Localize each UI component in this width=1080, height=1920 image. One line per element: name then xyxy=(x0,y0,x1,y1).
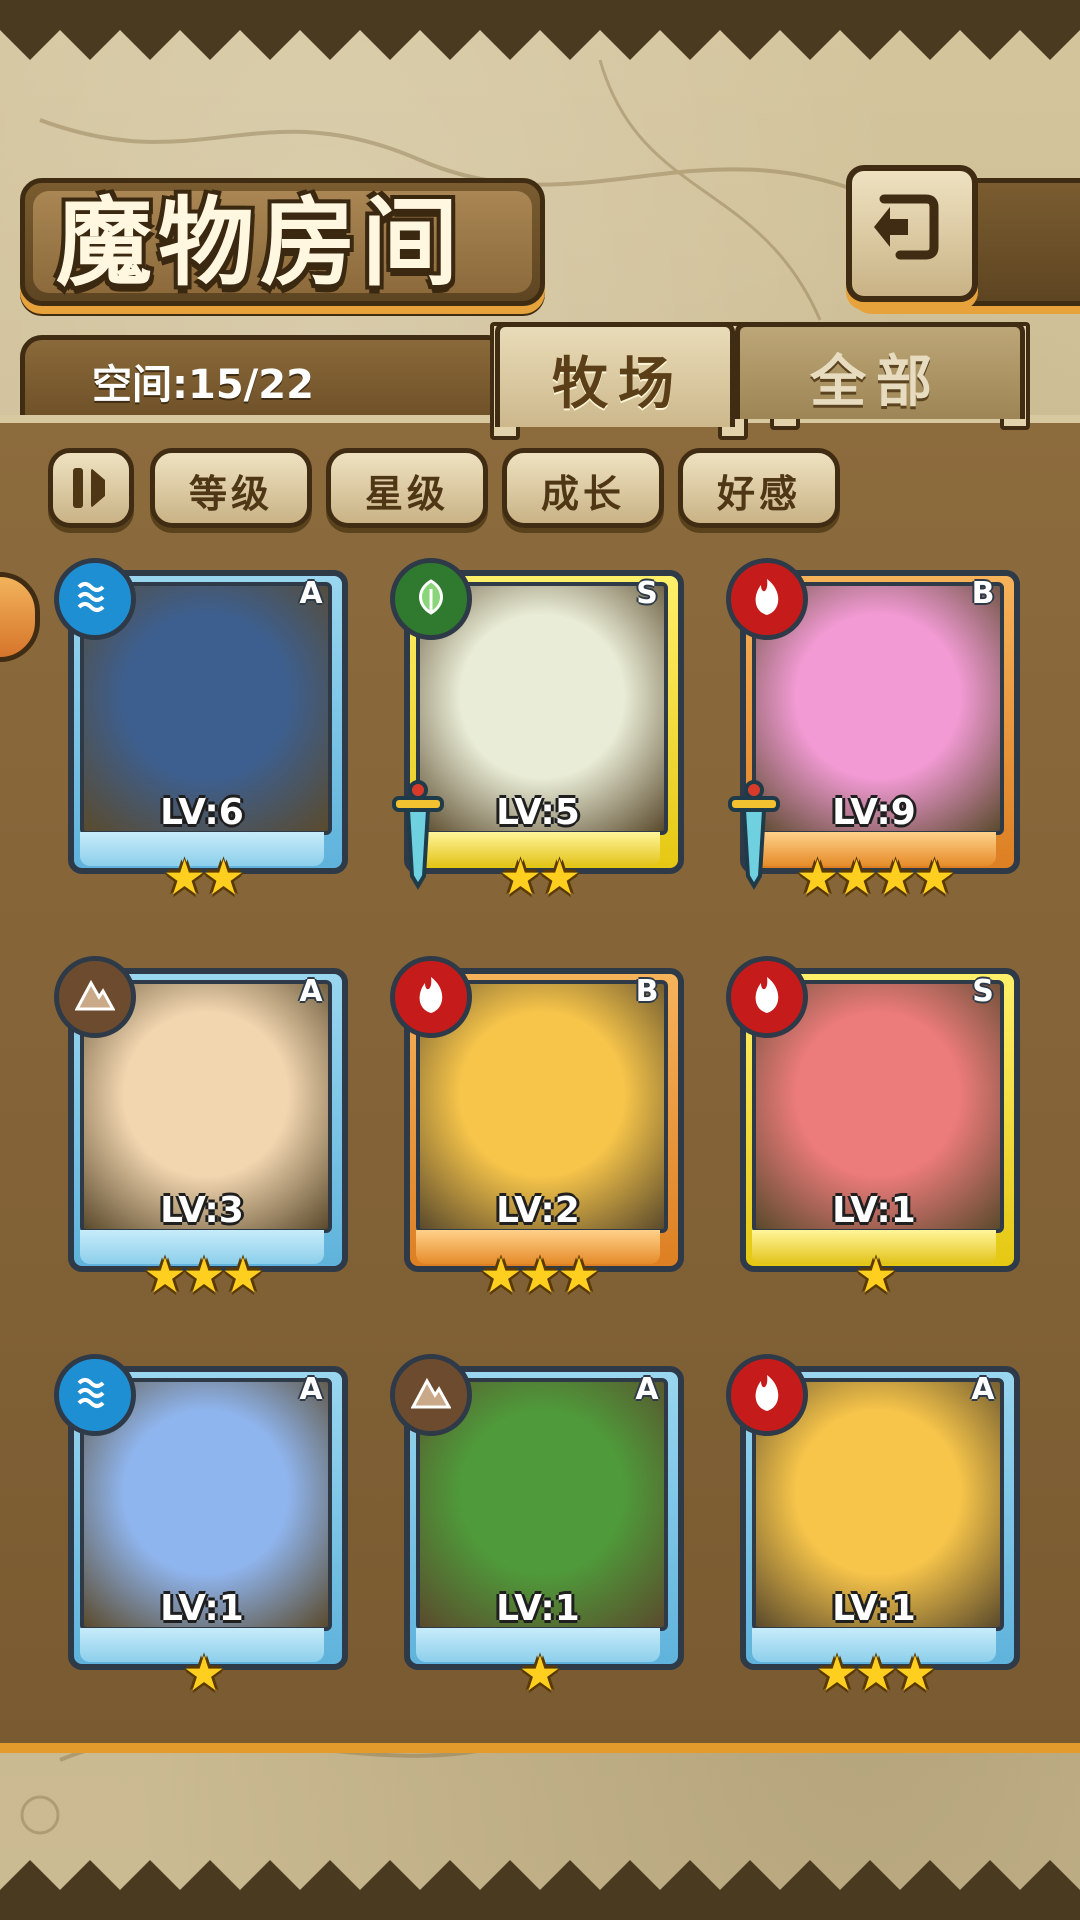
star-rating: ★ xyxy=(182,1646,225,1702)
zigzag-top-border xyxy=(0,0,1080,60)
back-arrow-icon xyxy=(874,194,939,260)
level-label: LV:1 xyxy=(160,1588,244,1629)
zigzag-bottom-border xyxy=(0,1860,1080,1920)
level-label: LV:6 xyxy=(160,792,244,833)
level-label: LV:1 xyxy=(496,1588,580,1629)
rank-badge: A xyxy=(971,1372,995,1407)
rank-badge: B xyxy=(635,974,659,1009)
back-button[interactable] xyxy=(846,165,978,302)
page-title: 魔物房间 xyxy=(56,187,464,299)
rank-badge: S xyxy=(636,576,658,611)
fire-element-icon xyxy=(726,956,808,1038)
rank-badge: A xyxy=(299,1372,323,1407)
monster-card[interactable]: A LV:3 ★★★ xyxy=(54,956,348,1304)
toggle-bar-icon xyxy=(73,468,83,508)
tab-ranch-label: 牧场 xyxy=(552,352,684,417)
water-element-icon xyxy=(54,1354,136,1436)
sort-growth-button[interactable]: 成长 xyxy=(502,448,664,528)
star-rating: ★ xyxy=(518,1646,561,1702)
sort-level-label: 等级 xyxy=(188,472,273,516)
level-label: LV:2 xyxy=(496,1190,580,1231)
sort-affection-label: 好感 xyxy=(716,472,801,516)
star-rating: ★★★ xyxy=(815,1646,936,1702)
monster-card[interactable]: B LV:2 ★★★ xyxy=(390,956,684,1304)
toggle-arrow-icon xyxy=(91,468,105,508)
tab-all-label: 全部 xyxy=(810,350,942,415)
level-label: LV:1 xyxy=(832,1588,916,1629)
rank-badge: B xyxy=(971,576,995,611)
monster-card[interactable]: A LV:1 ★★★ xyxy=(726,1354,1020,1702)
monster-card[interactable]: B LV:9 ★★★★ xyxy=(726,558,1020,902)
tab-all[interactable]: 全部 xyxy=(735,322,1025,419)
rank-badge: A xyxy=(299,974,323,1009)
sort-star-button[interactable]: 星级 xyxy=(326,448,488,528)
sort-star-label: 星级 xyxy=(364,472,449,516)
earth-element-icon xyxy=(54,956,136,1038)
star-rating: ★★★ xyxy=(143,1248,264,1304)
water-element-icon xyxy=(54,558,136,640)
earth-element-icon xyxy=(390,1354,472,1436)
fire-element-icon xyxy=(726,1354,808,1436)
sort-affection-button[interactable]: 好感 xyxy=(678,448,840,528)
equipped-sword-icon xyxy=(728,780,780,890)
grass-element-icon xyxy=(390,558,472,640)
equipped-sword-icon xyxy=(392,780,444,890)
star-rating: ★★★ xyxy=(479,1248,600,1304)
star-rating: ★★ xyxy=(162,850,245,906)
monster-card[interactable]: A LV:1 ★ xyxy=(54,1354,348,1702)
level-label: LV:1 xyxy=(832,1190,916,1231)
storage-capacity: 空间:15/22 xyxy=(92,362,314,408)
tab-ranch[interactable]: 牧场 xyxy=(495,322,735,427)
star-rating: ★ xyxy=(854,1248,897,1304)
sort-growth-label: 成长 xyxy=(540,472,625,516)
level-label: LV:3 xyxy=(160,1190,244,1231)
monster-card[interactable]: S LV:5 ★★ xyxy=(390,558,684,902)
fire-element-icon xyxy=(726,558,808,640)
fire-element-icon xyxy=(390,956,472,1038)
sort-order-toggle-button[interactable] xyxy=(48,448,134,528)
monster-card[interactable]: A LV:6 ★★ xyxy=(54,558,348,906)
rank-badge: S xyxy=(972,974,994,1009)
sort-level-button[interactable]: 等级 xyxy=(150,448,312,528)
monster-card[interactable]: A LV:1 ★ xyxy=(390,1354,684,1702)
rank-badge: A xyxy=(299,576,323,611)
monster-card[interactable]: S LV:1 ★ xyxy=(726,956,1020,1304)
rank-badge: A xyxy=(635,1372,659,1407)
